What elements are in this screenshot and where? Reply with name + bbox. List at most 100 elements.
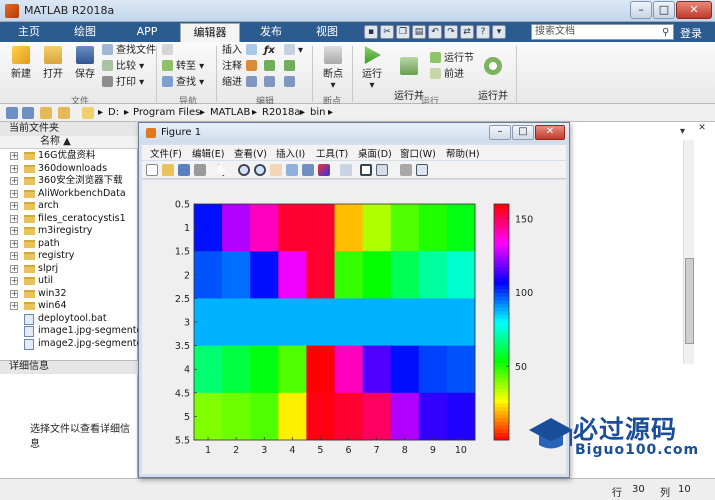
copy-icon[interactable]: ❐ (396, 25, 410, 39)
zoom-in-icon[interactable] (238, 164, 250, 176)
file-list-item[interactable]: image2.jpg-segmente... (0, 338, 151, 350)
file-list-item[interactable]: + path (0, 238, 138, 250)
close-button[interactable]: ✕ (676, 1, 712, 19)
zoom-out-icon[interactable] (254, 164, 266, 176)
open-file-icon[interactable] (162, 164, 174, 176)
vertical-scrollbar[interactable] (683, 140, 694, 364)
legend-icon[interactable] (376, 164, 388, 176)
menu-edit[interactable]: 编辑(E) (192, 146, 224, 160)
decrease-indent-button[interactable] (284, 76, 298, 90)
print-button[interactable]: 打印 ▾ (102, 76, 144, 90)
file-list-item[interactable]: + util (0, 275, 138, 287)
help-icon[interactable]: ? (476, 25, 490, 39)
figure-maximize-button[interactable]: □ (512, 125, 534, 140)
redo-icon[interactable]: ↷ (444, 25, 458, 39)
file-list-item[interactable]: +360安全浏览器下载 (0, 175, 138, 187)
file-list-item[interactable]: + registry (0, 250, 138, 262)
open-button[interactable]: 打开 (38, 46, 68, 80)
new-button[interactable]: 新建 (6, 46, 36, 80)
comment-button[interactable]: 注释 (222, 60, 242, 74)
save-figure-icon[interactable] (178, 164, 190, 176)
menu-view[interactable]: 查看(V) (234, 146, 267, 160)
brush-icon[interactable] (318, 164, 330, 176)
expand-icon[interactable]: + (10, 252, 18, 260)
menu-insert[interactable]: 插入(I) (276, 146, 305, 160)
tab-view[interactable]: 视图 (302, 23, 352, 42)
save-button[interactable]: 保存 (70, 46, 100, 80)
undo-icon[interactable]: ↶ (428, 25, 442, 39)
hide-plot-tools-icon[interactable] (400, 164, 412, 176)
rotate-icon[interactable] (286, 164, 298, 176)
run-section-button[interactable]: 运行节 (430, 52, 474, 66)
panel-menu-icon[interactable]: ▾ (680, 126, 685, 137)
pan-hand-icon[interactable] (270, 164, 282, 176)
switch-window-icon[interactable]: ⇄ (460, 25, 474, 39)
expand-icon[interactable]: + (10, 177, 18, 185)
advance-button[interactable]: 前进 (430, 68, 464, 82)
smart-indent-button[interactable] (246, 76, 260, 90)
maximize-button[interactable]: □ (653, 1, 675, 19)
tab-publish[interactable]: 发布 (248, 23, 294, 42)
paste-icon[interactable]: ▤ (412, 25, 426, 39)
panel-close-icon[interactable]: ✕ (697, 124, 707, 134)
file-list-item[interactable]: + arch (0, 200, 138, 212)
file-list-item[interactable]: image1.jpg-segmente... (0, 325, 151, 337)
show-plot-tools-icon[interactable] (416, 164, 428, 176)
expand-icon[interactable]: + (10, 302, 18, 310)
compare-button[interactable]: 比较 ▾ (102, 60, 144, 74)
expand-icon[interactable]: + (10, 289, 18, 298)
expand-icon[interactable]: + (10, 164, 18, 173)
forward-icon[interactable] (22, 107, 34, 119)
expand-icon[interactable]: + (10, 214, 18, 223)
menu-help[interactable]: 帮助(H) (446, 146, 480, 160)
breadcrumb-drive[interactable]: D: (108, 107, 119, 118)
menu-file[interactable]: 文件(F) (150, 146, 182, 160)
search-icon[interactable]: ⚲ (662, 26, 669, 40)
expand-icon[interactable]: + (10, 189, 18, 198)
tab-editor[interactable]: 编辑器 (180, 23, 240, 42)
name-column-header[interactable]: 名称 ▲ (0, 136, 138, 149)
menu-window[interactable]: 窗口(W) (400, 146, 436, 160)
menu-tools[interactable]: 工具(T) (316, 146, 348, 160)
file-list-item[interactable]: + win64 (0, 300, 138, 312)
tab-home[interactable]: 主页 (6, 23, 52, 42)
file-list-item[interactable]: + win32 (0, 288, 138, 300)
file-list-item[interactable]: +16G优盘资料 (0, 150, 138, 162)
save-icon[interactable]: ▪ (364, 25, 378, 39)
pointer-icon[interactable] (218, 164, 226, 176)
login-link[interactable]: 登录 (680, 25, 702, 41)
function-button[interactable]: ƒx (264, 44, 275, 58)
wrap-comments-button[interactable] (284, 60, 298, 74)
indent-button[interactable]: 缩进 (222, 76, 242, 90)
figure-close-button[interactable]: ✕ (535, 125, 565, 140)
breadcrumb-matlab[interactable]: MATLAB (210, 107, 250, 118)
colorbar-toggle-icon[interactable] (360, 164, 372, 176)
file-list-item[interactable]: + m3iregistry (0, 225, 138, 237)
expand-icon[interactable]: + (10, 152, 18, 160)
expand-icon[interactable]: + (10, 264, 18, 273)
back-icon[interactable] (6, 107, 18, 119)
browse-folder-icon[interactable] (58, 107, 70, 119)
insert-button[interactable]: 插入 (222, 44, 242, 58)
file-list-item[interactable]: +360downloads (0, 163, 138, 175)
expand-icon[interactable]: + (10, 239, 18, 248)
tab-plots[interactable]: 绘图 (62, 23, 108, 42)
print-figure-icon[interactable] (194, 164, 206, 176)
cut-icon[interactable]: ✂ (380, 25, 394, 39)
run-button[interactable]: 运行 ▾ (358, 46, 386, 91)
scrollbar-thumb[interactable] (685, 258, 694, 344)
menu-desktop[interactable]: 桌面(D) (358, 146, 392, 160)
minimize-button[interactable]: – (630, 1, 652, 19)
file-list-item[interactable]: + files_ceratocystis1 (0, 213, 138, 225)
file-list-item[interactable]: deploytool.bat (0, 313, 138, 325)
breakpoints-button[interactable]: 断点 ▾ (318, 46, 348, 91)
breadcrumb-program-files[interactable]: Program Files (133, 107, 200, 118)
increase-indent-button[interactable] (264, 76, 278, 90)
breadcrumb-bin[interactable]: bin (310, 107, 325, 118)
expand-icon[interactable]: + (10, 277, 18, 285)
data-cursor-icon[interactable] (302, 164, 314, 176)
insert-more-button[interactable]: ▾ (284, 44, 303, 58)
uncomment-button[interactable] (264, 60, 278, 74)
link-plot-icon[interactable] (340, 164, 352, 176)
file-list-item[interactable]: + slprj (0, 263, 138, 275)
